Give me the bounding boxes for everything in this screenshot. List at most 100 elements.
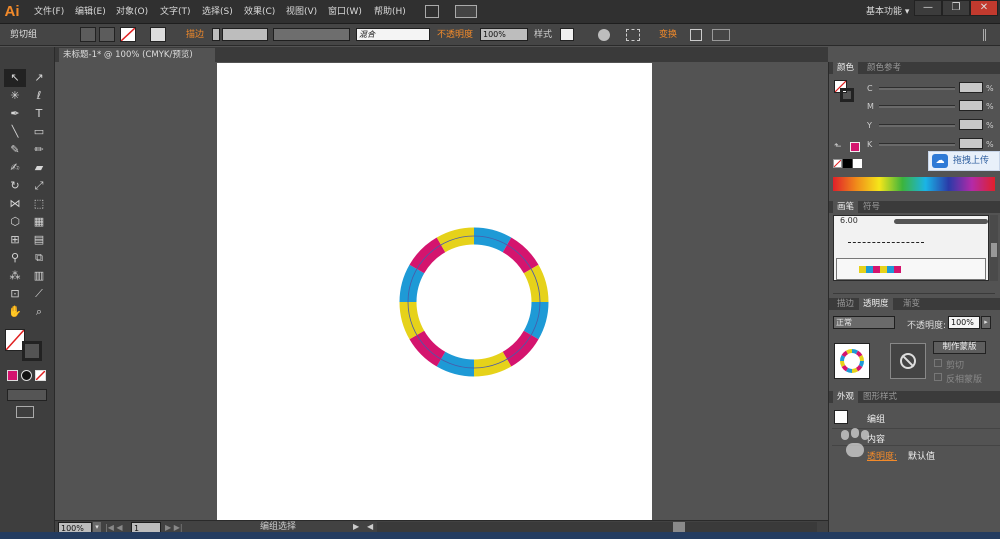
brush-library-list[interactable]: 6.00 bbox=[833, 215, 989, 281]
brush-definition-field[interactable]: 混合 bbox=[356, 28, 430, 41]
menu-view[interactable]: 视图(V) bbox=[286, 0, 317, 24]
panel-menu-icon[interactable] bbox=[983, 29, 993, 41]
blob-brush-tool[interactable]: ✍ bbox=[4, 159, 26, 177]
lasso-tool[interactable]: ℓ bbox=[28, 87, 50, 105]
maximize-button[interactable]: ❐ bbox=[942, 0, 970, 16]
tab-color[interactable]: 颜色 bbox=[833, 62, 859, 74]
tab-graphic-styles[interactable]: 图形样式 bbox=[859, 391, 901, 403]
target-icon[interactable] bbox=[99, 27, 115, 42]
type-tool[interactable]: T bbox=[28, 105, 50, 123]
variable-width-field[interactable] bbox=[273, 28, 350, 41]
last-color-swatch[interactable] bbox=[850, 142, 860, 152]
transparency-opacity-field[interactable]: 100% bbox=[948, 316, 980, 329]
color-spectrum[interactable] bbox=[833, 177, 995, 191]
m-slider[interactable] bbox=[879, 105, 955, 108]
brush-list-scrollbar[interactable] bbox=[990, 215, 998, 281]
magic-wand-tool[interactable]: ✳ bbox=[4, 87, 26, 105]
white-swatch[interactable] bbox=[853, 159, 862, 168]
isolate-group-icon[interactable] bbox=[80, 27, 96, 42]
out-of-gamut-icon[interactable]: ⬑ bbox=[834, 142, 842, 152]
shape-builder-tool[interactable]: ⬡ bbox=[4, 213, 26, 231]
brush-stroke-preview[interactable] bbox=[894, 219, 988, 224]
menu-file[interactable]: 文件(F) bbox=[34, 0, 64, 24]
blend-tool[interactable]: ⧉ bbox=[28, 249, 50, 267]
menu-help[interactable]: 帮助(H) bbox=[374, 0, 406, 24]
transform-label[interactable]: 变换 bbox=[659, 24, 677, 46]
stroke-swatch[interactable] bbox=[150, 27, 166, 42]
opacity-slider-toggle[interactable]: ▸ bbox=[981, 316, 991, 329]
rectangle-tool[interactable]: ▭ bbox=[28, 123, 50, 141]
symbol-sprayer-tool[interactable]: ⁂ bbox=[4, 267, 26, 285]
rotate-tool[interactable]: ↻ bbox=[4, 177, 26, 195]
paintbrush-tool[interactable]: ✎ bbox=[4, 141, 26, 159]
recolor-icon[interactable] bbox=[598, 29, 610, 41]
line-tool[interactable]: ╲ bbox=[4, 123, 26, 141]
tab-brushes[interactable]: 画笔 bbox=[833, 201, 859, 213]
scale-tool[interactable]: ⤢ bbox=[28, 177, 50, 195]
y-slider[interactable] bbox=[879, 124, 955, 127]
draw-mode-buttons[interactable] bbox=[7, 389, 47, 401]
tab-stroke[interactable]: 描边 bbox=[833, 298, 858, 310]
fill-swatch[interactable] bbox=[120, 27, 136, 42]
menu-window[interactable]: 窗口(W) bbox=[328, 0, 362, 24]
color-mode-button[interactable] bbox=[7, 370, 18, 381]
width-tool[interactable]: ⋈ bbox=[4, 195, 26, 213]
ring-artwork[interactable] bbox=[217, 63, 652, 523]
arrange-icon[interactable] bbox=[712, 29, 730, 41]
eraser-tool[interactable]: ▰ bbox=[28, 159, 50, 177]
direct-selection-tool[interactable]: ↗ bbox=[28, 69, 50, 87]
cloud-upload-badge[interactable]: ☁ 拖拽上传 bbox=[928, 151, 1000, 171]
clip-checkbox[interactable] bbox=[934, 359, 942, 367]
tab-transparency[interactable]: 透明度 bbox=[859, 298, 893, 310]
c-value-field[interactable] bbox=[959, 82, 983, 93]
horizontal-scrollbar[interactable] bbox=[377, 522, 817, 532]
slice-tool[interactable]: ⟋ bbox=[28, 285, 50, 303]
k-slider[interactable] bbox=[879, 143, 955, 146]
minimize-button[interactable]: — bbox=[914, 0, 942, 16]
menu-select[interactable]: 选择(S) bbox=[202, 0, 233, 24]
gradient-mode-button[interactable] bbox=[21, 370, 32, 381]
artboard[interactable] bbox=[217, 63, 652, 523]
object-thumbnail[interactable] bbox=[834, 343, 870, 379]
perspective-grid-tool[interactable]: ▦ bbox=[28, 213, 50, 231]
scrollbar-thumb[interactable] bbox=[673, 522, 685, 532]
eyedropper-tool[interactable]: ⚲ bbox=[4, 249, 26, 267]
column-graph-tool[interactable]: ▥ bbox=[28, 267, 50, 285]
opacity-field[interactable]: 100% bbox=[480, 28, 528, 41]
k-value-field[interactable] bbox=[959, 138, 983, 149]
dashed-brush-preview[interactable] bbox=[848, 242, 924, 243]
tab-color-guide[interactable]: 颜色参考 bbox=[863, 62, 905, 74]
blend-mode-select[interactable]: 正常 bbox=[833, 316, 895, 329]
tab-gradient[interactable]: 渐变 bbox=[899, 298, 924, 310]
menu-effect[interactable]: 效果(C) bbox=[244, 0, 275, 24]
align-icon[interactable] bbox=[626, 29, 640, 41]
zoom-tool[interactable]: ⌕ bbox=[28, 303, 50, 321]
m-value-field[interactable] bbox=[959, 100, 983, 111]
mesh-tool[interactable]: ⊞ bbox=[4, 231, 26, 249]
brush-scroll-thumb[interactable] bbox=[991, 243, 997, 257]
make-mask-button[interactable]: 制作蒙版 bbox=[933, 341, 986, 354]
document-tab[interactable]: 未标题-1* @ 100% (CMYK/预览) bbox=[59, 48, 215, 62]
stroke-stepper[interactable] bbox=[212, 28, 220, 41]
y-value-field[interactable] bbox=[959, 119, 983, 130]
stroke-color-box[interactable] bbox=[22, 341, 42, 361]
gradient-tool[interactable]: ▤ bbox=[28, 231, 50, 249]
artboard-tool[interactable]: ⊡ bbox=[4, 285, 26, 303]
none-swatch[interactable] bbox=[833, 159, 842, 168]
close-button[interactable]: ✕ bbox=[970, 0, 998, 16]
tab-appearance[interactable]: 外观 bbox=[833, 391, 859, 403]
style-swatch[interactable] bbox=[560, 28, 574, 41]
screen-mode-icon[interactable] bbox=[16, 406, 34, 418]
c-slider[interactable] bbox=[879, 87, 955, 90]
pen-tool[interactable]: ✒ bbox=[4, 105, 26, 123]
black-swatch[interactable] bbox=[843, 159, 852, 168]
mask-thumbnail[interactable] bbox=[890, 343, 926, 379]
pencil-tool[interactable]: ✏ bbox=[28, 141, 50, 159]
transform-icon[interactable] bbox=[690, 29, 702, 41]
pattern-brush-item[interactable] bbox=[836, 258, 986, 280]
none-mode-button[interactable] bbox=[35, 370, 46, 381]
bridge-icon[interactable] bbox=[425, 5, 439, 18]
tab-symbols[interactable]: 符号 bbox=[859, 201, 884, 213]
opacity-label[interactable]: 不透明度 bbox=[437, 24, 473, 46]
free-transform-tool[interactable]: ⬚ bbox=[28, 195, 50, 213]
